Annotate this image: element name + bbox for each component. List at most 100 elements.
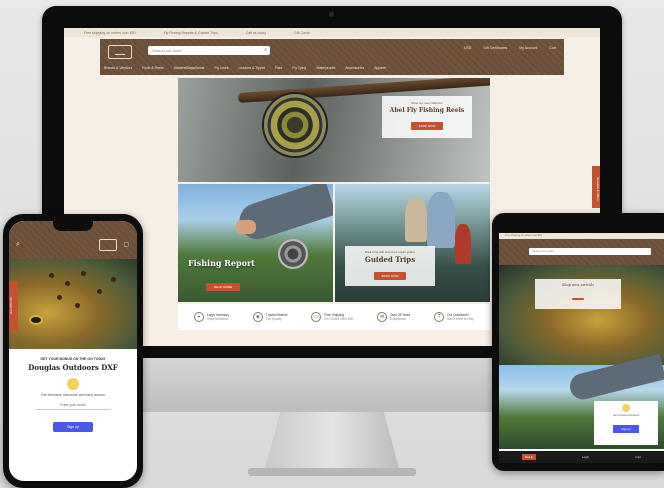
- tile-title: Fishing Report: [188, 258, 255, 268]
- nav-item[interactable]: Flies: [275, 66, 282, 70]
- hero-shop-button[interactable]: SHOP NOW: [410, 122, 444, 130]
- book-now-button[interactable]: BOOK NOW: [373, 272, 407, 280]
- hero-title: Abel Fly Fishing Reels: [389, 107, 465, 114]
- currency-selector[interactable]: USD: [464, 46, 471, 50]
- modal-subtitle: GET YOUR BONUS ON THE GO TODAY: [40, 357, 106, 361]
- guide-figure: [405, 198, 427, 242]
- angler-arm-image: [234, 184, 333, 244]
- fishing-report-tile[interactable]: Fishing Report READ MORE: [178, 184, 333, 302]
- tablet-hero-trout[interactable]: Shop new arrivals: [499, 265, 664, 365]
- angler-figure: [427, 192, 455, 248]
- search-placeholder: Search our store: [152, 48, 182, 53]
- site-header: Search our store ⌕ USD Gift Certificates…: [100, 39, 564, 75]
- feature-text: Shop Selection: [206, 317, 229, 321]
- hero-card: Shop our new collection Abel Fly Fishing…: [382, 96, 472, 138]
- feature-item: ? Got Questions? We're Here to Help: [434, 312, 474, 322]
- nav-item[interactable]: Waders/Bags/Boots: [174, 66, 205, 70]
- nav-item[interactable]: Brands & Vendors: [104, 66, 132, 70]
- search-icon[interactable]: ⌕: [264, 47, 267, 53]
- imac-stand: [264, 412, 400, 472]
- phone-device: ⌕ ▢ Get 10% Off GET YOUR BONUS ON THE GO…: [3, 214, 143, 488]
- trout-spot: [111, 277, 116, 282]
- tablet-signup-modal: Get exclusive discounts Sign up: [594, 401, 658, 445]
- tablet-signup-button[interactable]: Sign up: [613, 425, 639, 433]
- feature-text: Top Quality: [265, 317, 282, 321]
- cart-icon[interactable]: ▢: [123, 241, 129, 248]
- tile-subtitle: Book a trip with one of our expert guide…: [364, 250, 416, 254]
- header-utilities: USD Gift Certificates My Account Cart: [464, 46, 556, 50]
- login-link[interactable]: Login: [582, 455, 589, 459]
- phone-notch: [53, 221, 93, 231]
- discount-ribbon[interactable]: Get 10% Off: [9, 281, 18, 331]
- nav-item[interactable]: Accessories: [345, 66, 364, 70]
- nav-item[interactable]: Leaders & Tippet: [238, 66, 264, 70]
- boat-figure: [455, 224, 471, 264]
- reel-image: [278, 239, 308, 269]
- nav-item[interactable]: Rods & Reels: [142, 66, 163, 70]
- hero-subtitle: Shop our new collection: [411, 101, 443, 105]
- feature-item: ▭ Free Shipping On Orders Over $50: [311, 312, 353, 322]
- trout-spot: [57, 295, 62, 300]
- tag-icon: ◈: [252, 312, 263, 322]
- nav-item[interactable]: Fly Tying: [292, 66, 306, 70]
- map-icon: ⌖: [193, 312, 204, 322]
- tablet-header: Search our store: [499, 239, 664, 265]
- tag-icon: [67, 378, 79, 390]
- announcement-item[interactable]: Call us today: [246, 31, 266, 35]
- trout-spot: [97, 289, 102, 294]
- announcement-item[interactable]: Gift Cards: [294, 31, 310, 35]
- nav-item[interactable]: Waterproofs: [316, 66, 335, 70]
- tile-title: Guided Trips: [364, 255, 416, 264]
- guided-trips-card: Book a trip with one of our expert guide…: [345, 246, 435, 286]
- trout-spot: [81, 271, 86, 276]
- feature-text: We're Here to Help: [447, 317, 475, 321]
- tablet-hero-button[interactable]: [572, 298, 584, 300]
- trout-eye: [29, 315, 43, 325]
- gift-certificates-link[interactable]: Gift Certificates: [483, 46, 507, 50]
- hero-banner[interactable]: Shop our new collection Abel Fly Fishing…: [178, 78, 490, 182]
- tablet-website: Free shipping on orders over $50 Search …: [499, 233, 664, 463]
- angler-hand-image: [236, 220, 256, 234]
- tablet-device: Free shipping on orders over $50 Search …: [492, 213, 664, 471]
- trout-spot: [49, 273, 54, 278]
- imac-base: [248, 468, 416, 476]
- rewards-side-tab[interactable]: Rewards & Offers: [592, 166, 600, 208]
- modal-title: Douglas Outdoors DXF: [28, 363, 118, 372]
- chat-icon: ✉: [377, 312, 388, 322]
- phone-website: ⌕ ▢ Get 10% Off GET YOUR BONUS ON THE GO…: [9, 221, 137, 481]
- site-logo[interactable]: [99, 239, 117, 251]
- feature-item: ✉ Over 25 Years Experience: [377, 312, 410, 322]
- read-more-button[interactable]: READ MORE: [206, 283, 241, 291]
- main-nav: Brands & Vendors Rods & Reels Waders/Bag…: [104, 66, 386, 70]
- feature-item: ◈ Trusted Brands Top Quality: [252, 312, 288, 322]
- announcement-item[interactable]: Free shipping on orders over $50: [84, 31, 136, 35]
- apple-logo-icon: [319, 372, 345, 400]
- signup-button[interactable]: Sign up: [53, 422, 93, 432]
- tag-icon: [622, 404, 630, 412]
- search-icon[interactable]: ⌕: [16, 241, 20, 249]
- announcement-item[interactable]: Fly Fishing Reports & Guided Trips: [164, 31, 218, 35]
- site-logo[interactable]: [108, 45, 132, 59]
- modal-text: Get exclusive discounts and early access: [40, 393, 105, 397]
- account-link[interactable]: My Account: [519, 46, 537, 50]
- feature-strip: ⌖ Large Inventory Shop Selection ◈ Truste…: [178, 304, 490, 330]
- nav-item[interactable]: Apparel: [374, 66, 386, 70]
- email-field[interactable]: Enter your email: [35, 403, 111, 410]
- guided-trips-tile[interactable]: Book a trip with one of our expert guide…: [335, 184, 490, 302]
- nav-item[interactable]: Fly Lines: [214, 66, 228, 70]
- trout-spot: [65, 281, 70, 286]
- feature-text: On Orders Over $50: [324, 317, 354, 321]
- cart-link[interactable]: Cart: [635, 455, 641, 459]
- truck-icon: ▭: [311, 312, 322, 322]
- tablet-hero-card: Shop new arrivals: [535, 279, 621, 309]
- camera-dot: [329, 12, 334, 17]
- sale-button[interactable]: SALE: [522, 454, 536, 460]
- cart-link[interactable]: Cart: [549, 46, 556, 50]
- trout-image: [9, 259, 137, 349]
- feature-item: ⌖ Large Inventory Shop Selection: [193, 312, 229, 322]
- search-input[interactable]: Search our store ⌕: [148, 46, 270, 55]
- tablet-search-input[interactable]: Search our store: [529, 248, 651, 255]
- feature-text: Experience: [390, 317, 407, 321]
- phone-signup-modal: GET YOUR BONUS ON THE GO TODAY Douglas O…: [17, 351, 129, 471]
- trout-spot: [75, 303, 80, 308]
